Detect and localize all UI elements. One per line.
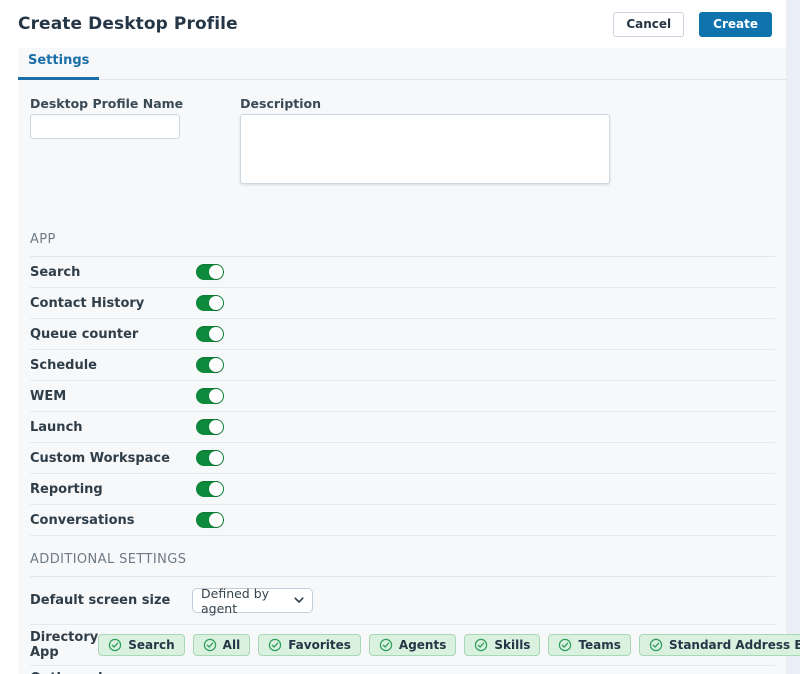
chevron-down-icon [294,597,304,604]
app-row-queue-counter: Queue counter [30,319,775,350]
chip-label: Standard Address Book [669,638,800,652]
chip-skills[interactable]: Skills [464,634,540,656]
check-circle-icon [108,638,122,652]
tab-settings[interactable]: Settings [18,53,99,80]
check-circle-icon [203,638,217,652]
create-button[interactable]: Create [699,12,772,37]
toggle-knob [209,327,223,341]
app-section-title: APP [30,232,775,257]
check-circle-icon [268,638,282,652]
default-screen-size-row: Default screen size Defined by agent [30,577,775,625]
chip-label: Search [128,638,174,652]
desktop-profile-name-input[interactable] [30,114,180,139]
additional-settings-title: ADDITIONAL SETTINGS [30,544,775,577]
app-row-label: Launch [30,420,196,435]
chip-search[interactable]: Search [98,634,184,656]
profile-fields: Desktop Profile Name Description [30,96,775,188]
chip-label: Agents [399,638,446,652]
scrollbar-track[interactable] [786,0,800,674]
app-row-label: WEM [30,389,196,404]
chip-favorites[interactable]: Favorites [258,634,361,656]
app-row-wem: WEM [30,381,775,412]
reporting-toggle[interactable] [196,481,224,497]
default-screen-size-label: Default screen size [30,593,192,608]
search-toggle[interactable] [196,264,224,280]
page-header: Create Desktop Profile Cancel Create [0,0,786,48]
check-circle-icon [558,638,572,652]
name-field-label: Desktop Profile Name [30,96,183,111]
app-row-contact-history: Contact History [30,288,775,319]
description-textarea[interactable] [240,114,610,184]
app-row-label: Custom Workspace [30,451,196,466]
toggle-knob [209,265,223,279]
toggle-knob [209,296,223,310]
description-field-group: Description [240,96,610,188]
chip-standard-address-book[interactable]: Standard Address Book [639,634,800,656]
app-row-label: Conversations [30,513,196,528]
app-row-label: Contact History [30,296,196,311]
select-value: Defined by agent [201,586,294,616]
chip-label: All [223,638,241,652]
contact-history-toggle[interactable] [196,295,224,311]
conversations-toggle[interactable] [196,512,224,528]
check-circle-icon [379,638,393,652]
app-row-reporting: Reporting [30,474,775,505]
toggle-knob [209,420,223,434]
header-actions: Cancel Create [613,12,772,37]
chip-teams[interactable]: Teams [548,634,630,656]
settings-card: Settings Desktop Profile Name Descriptio… [18,48,786,674]
app-row-launch: Launch [30,412,775,443]
custom-workspace-toggle[interactable] [196,450,224,466]
chip-agents[interactable]: Agents [369,634,456,656]
app-row-label: Schedule [30,358,196,373]
launch-toggle[interactable] [196,419,224,435]
outbound-calling-row: Outbound Calling Ad Hoc Redial Agent Add… [30,666,775,674]
chip-label: Favorites [288,638,351,652]
chip-label: Skills [494,638,530,652]
directory-app-row: Directory App Search All Favorites Agent… [30,625,775,666]
directory-app-label: Directory App [30,630,98,660]
schedule-toggle[interactable] [196,357,224,373]
page-title: Create Desktop Profile [18,14,238,34]
toggle-knob [209,513,223,527]
queue-counter-toggle[interactable] [196,326,224,342]
cancel-button[interactable]: Cancel [613,12,684,37]
toggle-knob [209,358,223,372]
toggle-knob [209,482,223,496]
tab-bar: Settings [18,48,786,80]
directory-app-chips: Search All Favorites Agents Skills Teams… [98,634,800,656]
chip-label: Teams [578,638,620,652]
check-circle-icon [474,638,488,652]
check-circle-icon [649,638,663,652]
app-row-label: Search [30,265,196,280]
toggle-knob [209,451,223,465]
app-row-search: Search [30,257,775,288]
description-field-label: Description [240,96,610,111]
toggle-knob [209,389,223,403]
app-row-custom-workspace: Custom Workspace [30,443,775,474]
settings-content: Desktop Profile Name Description APP Sea… [18,96,786,674]
wem-toggle[interactable] [196,388,224,404]
chip-all[interactable]: All [193,634,251,656]
app-row-label: Queue counter [30,327,196,342]
app-row-schedule: Schedule [30,350,775,381]
name-field-group: Desktop Profile Name [30,96,183,188]
app-row-label: Reporting [30,482,196,497]
app-row-conversations: Conversations [30,505,775,536]
default-screen-size-select[interactable]: Defined by agent [192,588,313,613]
